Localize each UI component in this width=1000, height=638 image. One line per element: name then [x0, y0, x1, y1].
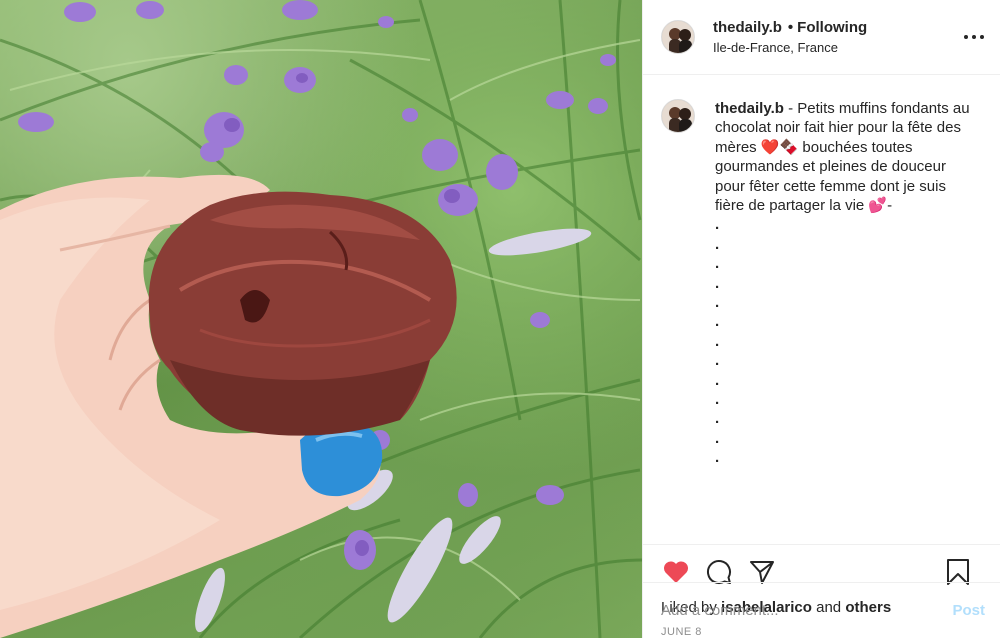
- caption-area: thedaily.b - Petits muffins fondants au …: [643, 75, 1000, 545]
- caption-dot: .: [715, 313, 720, 331]
- post-photo[interactable]: [0, 0, 642, 638]
- post-header: thedaily.b • Following Ile-de-France, Fr…: [643, 0, 1000, 75]
- header-username[interactable]: thedaily.b: [713, 19, 782, 36]
- header-text: thedaily.b • Following Ile-de-France, Fr…: [713, 19, 867, 55]
- caption-dot: .: [715, 332, 720, 350]
- caption-dot: .: [715, 371, 720, 389]
- avatar[interactable]: [661, 20, 695, 54]
- caption-dots: .............: [715, 215, 977, 467]
- caption-dot: .: [715, 216, 720, 234]
- caption-avatar[interactable]: [661, 99, 695, 133]
- avatar-image: [662, 21, 694, 53]
- red-heart-emoji: ❤️: [760, 138, 780, 156]
- avatar-image: [662, 100, 694, 132]
- two-hearts-emoji: 💕: [868, 197, 888, 215]
- caption-part3: -: [887, 197, 893, 215]
- caption-dot: .: [715, 352, 720, 370]
- photo-illustration: [0, 0, 642, 638]
- following-button[interactable]: Following: [797, 19, 867, 36]
- caption-text: thedaily.b - Petits muffins fondants au …: [715, 99, 977, 544]
- caption-dot: .: [715, 235, 720, 253]
- post-sidebar: thedaily.b • Following Ile-de-France, Fr…: [642, 0, 1000, 638]
- post-comment-button[interactable]: Post: [952, 602, 985, 619]
- caption-dot: .: [715, 449, 720, 467]
- caption-dot: .: [715, 390, 720, 408]
- comment-input[interactable]: [661, 602, 953, 619]
- comment-form: Post: [643, 582, 1000, 638]
- caption-dot: .: [715, 274, 720, 292]
- header-line: thedaily.b • Following: [713, 19, 867, 36]
- caption-username[interactable]: thedaily.b: [715, 100, 784, 117]
- location-link[interactable]: Ile-de-France, France: [713, 40, 867, 55]
- caption-dot: .: [715, 410, 720, 428]
- separator-dot: •: [787, 19, 794, 36]
- muffin-shape: [148, 191, 457, 436]
- caption-dot: .: [715, 429, 720, 447]
- instagram-post: thedaily.b • Following Ile-de-France, Fr…: [0, 0, 1000, 638]
- more-horizontal-icon[interactable]: [964, 28, 984, 46]
- caption-dot: .: [715, 255, 720, 273]
- caption-dot: .: [715, 294, 720, 311]
- chocolate-emoji: 🍫: [779, 138, 799, 156]
